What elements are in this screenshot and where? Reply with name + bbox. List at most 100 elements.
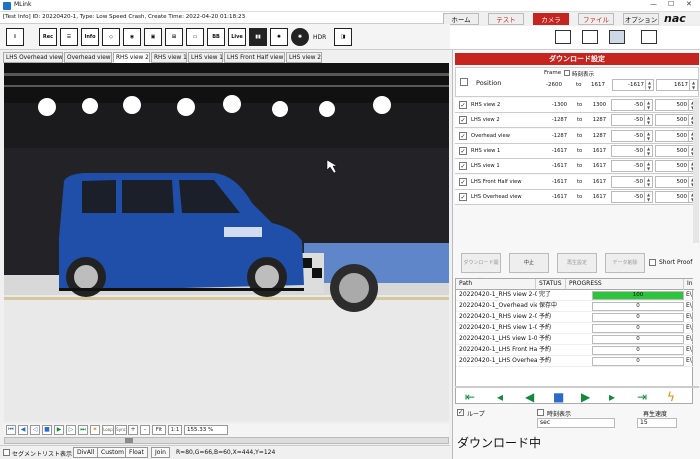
aperture-icon[interactable]: ✺ [291, 28, 309, 46]
stop-icon[interactable]: ■ [42, 425, 52, 435]
live-button[interactable]: Live [228, 28, 246, 46]
timeline-scrollbar[interactable] [4, 437, 449, 444]
camera-row[interactable]: ✓ RHS view 2 -1300 to 1300 -50▲▼500▲▼ [455, 98, 699, 113]
segment-list-checkbox[interactable] [3, 449, 10, 456]
divall-button[interactable]: DivAll [73, 447, 99, 458]
camera-row[interactable]: ✓ LHS Overhead view -1617 to 1617 -50▲▼500▲▼ [455, 189, 699, 205]
tab-lhs-overhead-view[interactable]: LHS Overhead view [3, 52, 63, 63]
row-spinner-b[interactable]: 500▲▼ [655, 190, 697, 203]
rec-button[interactable]: Rec [39, 28, 57, 46]
speed-select[interactable]: 15 [637, 418, 677, 428]
row-spinner-b[interactable]: 500▲▼ [655, 114, 697, 127]
stop-icon[interactable]: ■ [553, 390, 564, 404]
info-icon[interactable]: i [6, 28, 24, 46]
row-spinner-a[interactable]: -50 ▲ ▼ [611, 129, 653, 142]
tab-lhs-view-2[interactable]: LHS view 2 [286, 52, 322, 63]
custom-button[interactable]: Custom [97, 447, 128, 458]
row-spinner-b[interactable]: 500▲▼ [655, 99, 697, 111]
start-download-button[interactable]: ダウンロード開始 [461, 253, 501, 284]
queue-row[interactable]: 20220420-1_LHS Overhead view-00予約 0E\ [456, 356, 694, 367]
camera-row[interactable]: ✓ LHS view 1 -1617 to 1617 -50▲▼500▲▼ [455, 159, 699, 175]
tab-overhead-view[interactable]: Overhead view [64, 52, 112, 63]
gear-icon[interactable]: ✹ [270, 28, 288, 46]
camera-row[interactable]: ✓ LHS view 2 -1287 to 1287 -50▲▼500▲▼ [455, 113, 699, 129]
row-checkbox[interactable]: ✓ [459, 146, 467, 155]
rows-scrollbar[interactable] [693, 98, 699, 243]
range-start-spinner[interactable]: -1617 ▲ ▼ [612, 79, 654, 91]
row-spinner-a[interactable]: -50 ▲ ▼ [611, 114, 653, 127]
zoom-out-button[interactable]: - [140, 425, 150, 435]
play-back-icon[interactable]: ◀ [525, 390, 534, 404]
delete-data-button[interactable]: データ削除 [605, 253, 645, 273]
monitor-icon[interactable]: ▭ [186, 28, 204, 46]
range-end-spinner[interactable]: 1617 ▲ ▼ [656, 79, 698, 91]
rotate-icon[interactable]: ◇ [102, 28, 120, 46]
camera-icon[interactable]: ◉ [123, 28, 141, 46]
join-button[interactable]: Join [151, 447, 170, 458]
film-icon[interactable]: ▮▮ [249, 28, 267, 46]
camera-settings-icon[interactable] [582, 30, 598, 44]
close-button[interactable]: ✕ [686, 0, 692, 8]
float-button[interactable]: Float [125, 447, 148, 458]
row-spinner-a[interactable]: -50 ▲ ▼ [611, 160, 653, 173]
step-back-icon[interactable]: ◂ [497, 390, 503, 404]
download-icon[interactable] [609, 30, 625, 44]
ratio-button[interactable]: 1:1 [168, 425, 182, 435]
row-spinner-b[interactable]: 500▲▼ [655, 175, 697, 188]
skip-end-icon[interactable]: ⏭ [78, 425, 88, 435]
row-spinner-b[interactable]: 500▲▼ [655, 160, 697, 173]
row-spinner-b[interactable]: 500▲▼ [655, 144, 697, 157]
zoom-select[interactable]: 155.33 % [184, 425, 228, 435]
square-icon[interactable]: ◨ [334, 28, 352, 46]
queue-row[interactable]: 20220420-1_RHS view 2-003.mcf予約 0E\ [456, 312, 694, 323]
zoom-camera-icon[interactable] [555, 30, 571, 44]
select-all-checkbox[interactable] [460, 78, 468, 86]
skip-start-icon[interactable]: ⏮ [6, 425, 16, 435]
queue-row[interactable]: 20220420-1_LHS Front Half view-00予約 0E\ [456, 345, 694, 356]
short-proof-checkbox[interactable] [649, 259, 656, 266]
time-display-checkbox[interactable] [564, 70, 570, 76]
tab-file[interactable]: ファイル [578, 13, 614, 25]
loop-toggle[interactable]: Loop [102, 425, 114, 435]
grid-icon[interactable]: ⊞ [165, 28, 183, 46]
unit-select[interactable]: sec [537, 418, 615, 428]
step-back-icon[interactable]: ◀ [18, 425, 28, 435]
zoom-in-button[interactable]: + [128, 425, 138, 435]
camera-row[interactable]: ✓ LHS Front Half view -1617 to 1617 -50▲▼500▲… [455, 174, 699, 190]
bb-icon[interactable]: BB [207, 28, 225, 46]
tab-rhs-view-2[interactable]: RHS view 2 [113, 52, 150, 63]
camera-record-icon[interactable] [641, 30, 657, 44]
loop-checkbox[interactable]: ✓ [457, 409, 464, 416]
camera-row[interactable]: ✓ Overhead view -1287 to 1287 -50▲▼500▲▼ [455, 128, 699, 144]
hdr-label[interactable]: HDR [313, 34, 326, 41]
camera-row[interactable]: ✓ RHS view 1 -1617 to 1617 -50▲▼500▲▼ [455, 143, 699, 159]
row-checkbox[interactable]: ✓ [459, 177, 467, 186]
time-display-checkbox-2[interactable] [537, 409, 544, 416]
fit-button[interactable]: Fit [152, 425, 166, 435]
tab-lhs-front-half-view[interactable]: LHS Front Half view [224, 52, 285, 63]
queue-row[interactable]: 20220420-1_LHS view 1-003.mcf予約 0E\ [456, 334, 694, 345]
row-checkbox[interactable]: ✓ [459, 116, 467, 125]
stop-download-button[interactable]: 中止 [509, 253, 549, 273]
row-checkbox[interactable]: ✓ [459, 162, 467, 171]
info-button[interactable]: Info [81, 28, 99, 46]
row-checkbox[interactable]: ✓ [459, 131, 467, 140]
speed-icon[interactable]: ϟ [667, 390, 675, 404]
row-spinner-a[interactable]: -50 ▲ ▼ [611, 190, 653, 203]
queue-row[interactable]: 20220420-1_RHS view 2-003.mcf完了 100E\ [456, 290, 694, 301]
speed-icon[interactable]: ✶ [90, 425, 100, 435]
row-spinner-b[interactable]: 500▲▼ [655, 129, 697, 142]
step-forward-icon[interactable]: ▸ [609, 390, 615, 404]
multi-camera-icon[interactable]: ▣ [144, 28, 162, 46]
tab-lhs-view-1[interactable]: LHS view 1 [188, 52, 223, 63]
row-spinner-a[interactable]: -50 ▲ ▼ [611, 175, 653, 188]
video-viewport[interactable] [4, 63, 449, 422]
play-back-icon[interactable]: ◁ [30, 425, 40, 435]
playback-settings-button[interactable]: 再生設定 [557, 253, 597, 273]
queue-row[interactable]: 20220420-1_Overhead view-002.mcf保存中 0E\ [456, 301, 694, 312]
skip-start-icon[interactable]: ⇤ [465, 390, 475, 404]
sliders-icon[interactable]: ☰ [60, 28, 78, 46]
tab-options[interactable]: オプション [623, 13, 659, 25]
row-checkbox[interactable]: ✓ [459, 101, 467, 109]
queue-row[interactable]: 20220420-1_RHS view 1-003.mcf予約 0E\ [456, 323, 694, 334]
